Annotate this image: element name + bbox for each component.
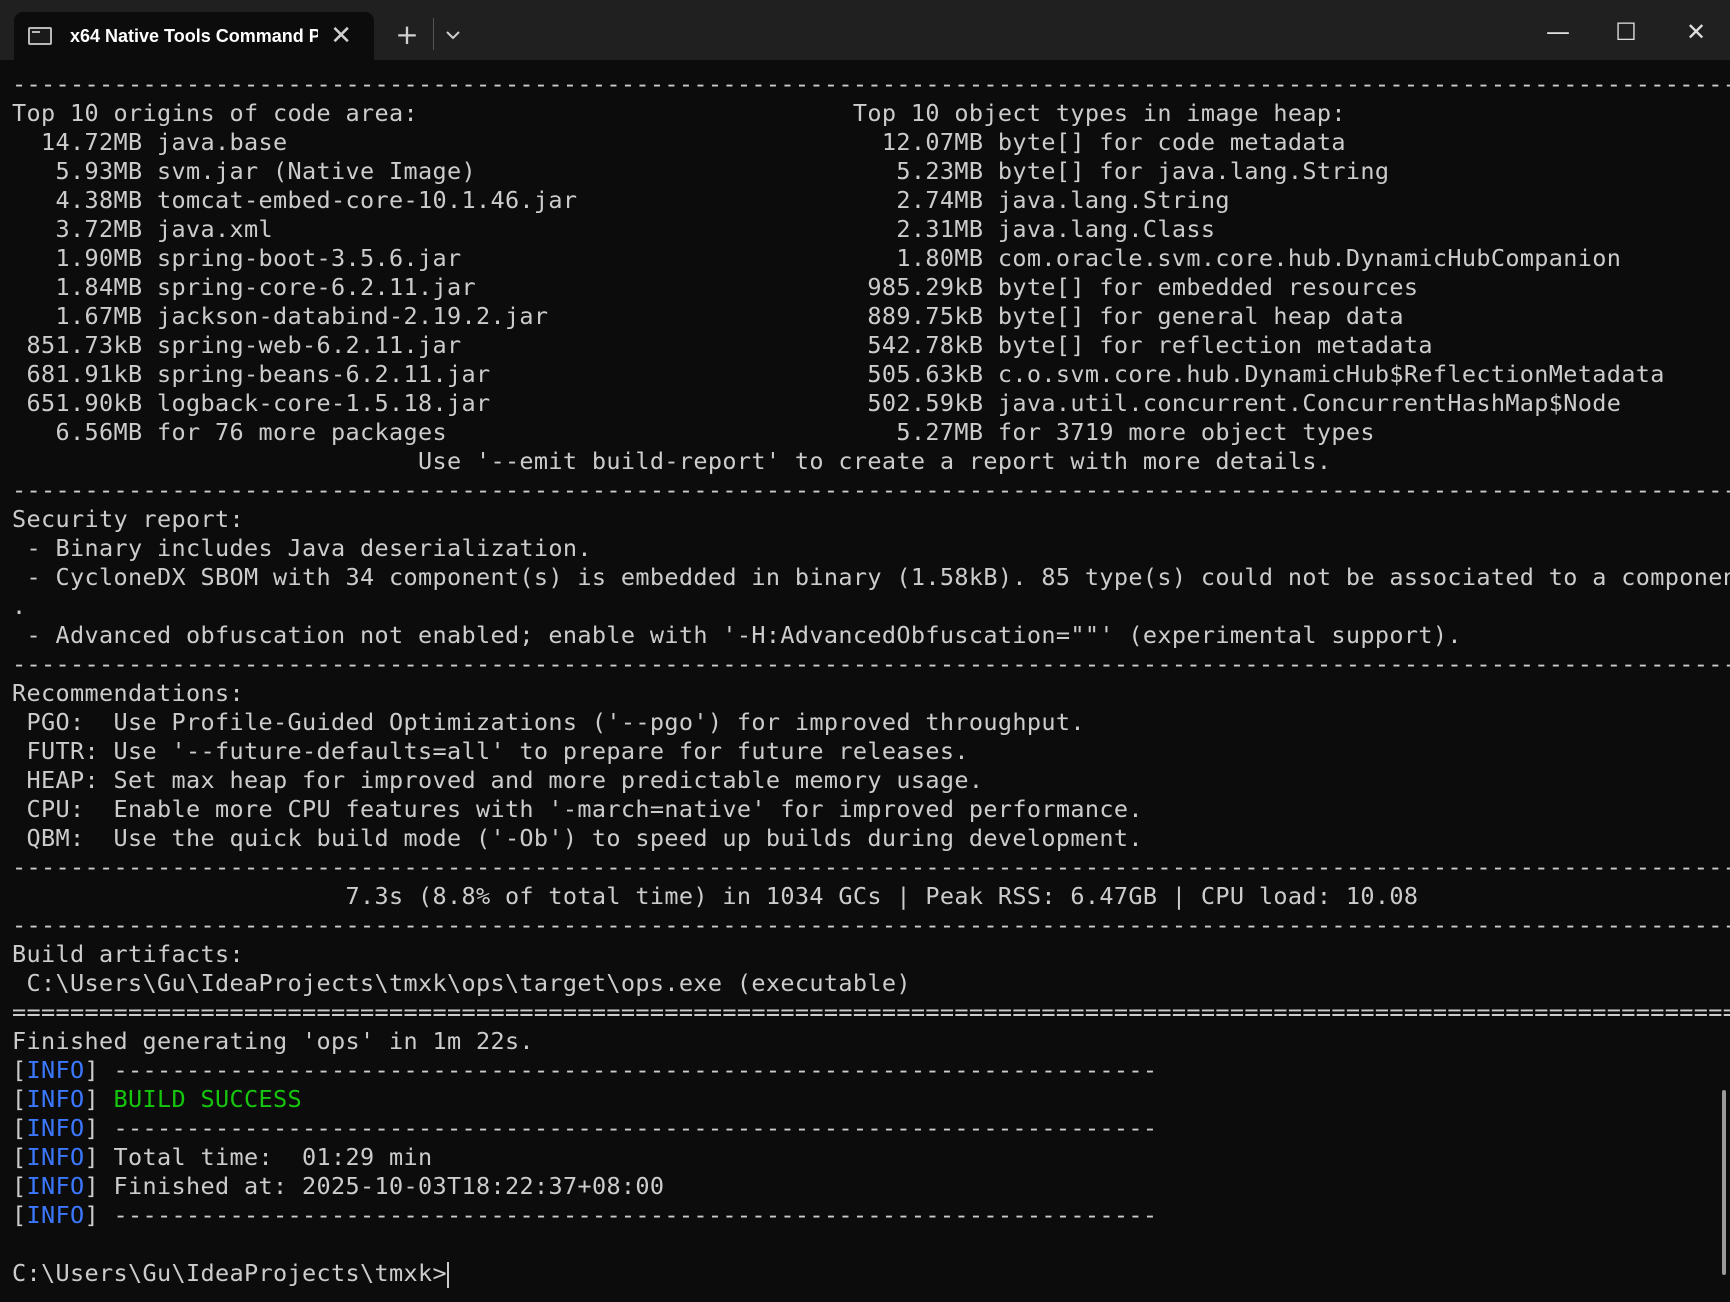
output-line: 5.93MB svm.jar (Native Image) 5.23MB byt… xyxy=(12,157,1390,185)
info-tag: INFO xyxy=(26,1085,85,1113)
maven-line: [INFO] ---------------------------------… xyxy=(12,1201,1730,1230)
output-line: ----------------------------------------… xyxy=(12,70,1730,98)
output-line: Top 10 origins of code area: Top 10 obje… xyxy=(12,99,1346,127)
info-tag: INFO xyxy=(26,1172,85,1200)
output-line: 3.72MB java.xml 2.31MB java.lang.Class xyxy=(12,215,1216,243)
output-line: QBM: Use the quick build mode ('-Ob') to… xyxy=(12,824,1143,852)
output-line: 7.3s (8.8% of total time) in 1034 GCs | … xyxy=(12,882,1419,910)
output-line: - Binary includes Java deserialization. xyxy=(12,534,592,562)
bracket: ] xyxy=(84,1172,114,1200)
bracket: [ xyxy=(12,1201,27,1229)
chevron-down-icon xyxy=(446,31,460,40)
output-line: 1.67MB jackson-databind-2.19.2.jar 889.7… xyxy=(12,302,1404,330)
maven-output: [INFO] ---------------------------------… xyxy=(12,1056,1730,1230)
output-line: ========================================… xyxy=(12,998,1730,1026)
terminal-icon xyxy=(28,27,52,45)
bracket: [ xyxy=(12,1056,27,1084)
output-line: Security report: xyxy=(12,505,244,533)
output-line: Recommendations: xyxy=(12,679,244,707)
output-line: CPU: Enable more CPU features with '-mar… xyxy=(12,795,1143,823)
tab-divider xyxy=(433,18,434,50)
output-line: Build artifacts: xyxy=(12,940,244,968)
output-line: ----------------------------------------… xyxy=(12,853,1730,881)
maven-text: Total time: 01:29 min xyxy=(113,1143,433,1171)
close-window-button[interactable]: ✕ xyxy=(1676,14,1716,50)
maven-text: ----------------------------------------… xyxy=(113,1201,1158,1229)
command-prompt-line[interactable]: C:\Users\Gu\IdeaProjects\tmxk> xyxy=(12,1259,1730,1288)
output-line: 1.84MB spring-core-6.2.11.jar 985.29kB b… xyxy=(12,273,1419,301)
output-line: . xyxy=(12,592,27,620)
tab-dropdown-button[interactable] xyxy=(440,20,466,50)
output-line: 4.38MB tomcat-embed-core-10.1.46.jar 2.7… xyxy=(12,186,1230,214)
tab-command-prompt[interactable]: x64 Native Tools Command Pr ✕ xyxy=(14,12,374,60)
maven-line: [INFO] ---------------------------------… xyxy=(12,1114,1730,1143)
info-tag: INFO xyxy=(26,1143,85,1171)
bracket: ] xyxy=(84,1143,114,1171)
text-cursor xyxy=(446,1261,449,1288)
output-line: Use '--emit build-report' to create a re… xyxy=(12,447,1332,475)
output-line: ----------------------------------------… xyxy=(12,911,1730,939)
maven-line: [INFO] Finished at: 2025-10-03T18:22:37+… xyxy=(12,1172,1730,1201)
output-line: Finished generating 'ops' in 1m 22s. xyxy=(12,1027,534,1055)
tab-title: x64 Native Tools Command Pr xyxy=(70,25,318,46)
output-line: 1.90MB spring-boot-3.5.6.jar 1.80MB com.… xyxy=(12,244,1622,272)
maven-line: [INFO] BUILD SUCCESS xyxy=(12,1085,1730,1114)
output-line: 681.91kB spring-beans-6.2.11.jar 505.63k… xyxy=(12,360,1665,388)
info-tag: INFO xyxy=(26,1201,85,1229)
info-tag: INFO xyxy=(26,1056,85,1084)
output-line: PGO: Use Profile-Guided Optimizations ('… xyxy=(12,708,1085,736)
maven-line: [INFO] ---------------------------------… xyxy=(12,1056,1730,1085)
build-success-text: BUILD SUCCESS xyxy=(113,1085,302,1113)
output-line: HEAP: Set max heap for improved and more… xyxy=(12,766,984,794)
bracket: ] xyxy=(84,1056,114,1084)
close-tab-icon[interactable]: ✕ xyxy=(330,23,352,49)
output-line: 14.72MB java.base 12.07MB byte[] for cod… xyxy=(12,128,1346,156)
maven-line: [INFO] Total time: 01:29 min xyxy=(12,1143,1730,1172)
output-lines: ----------------------------------------… xyxy=(12,70,1730,1056)
bracket: [ xyxy=(12,1085,27,1113)
maven-text: Finished at: 2025-10-03T18:22:37+08:00 xyxy=(113,1172,665,1200)
bracket: [ xyxy=(12,1172,27,1200)
scrollbar-thumb[interactable] xyxy=(1722,1090,1726,1275)
output-line: 851.73kB spring-web-6.2.11.jar 542.78kB … xyxy=(12,331,1433,359)
terminal-output[interactable]: ----------------------------------------… xyxy=(0,60,1730,1302)
output-line: FUTR: Use '--future-defaults=all' to pre… xyxy=(12,737,969,765)
bracket: [ xyxy=(12,1143,27,1171)
bracket: ] xyxy=(84,1201,114,1229)
new-tab-button[interactable]: + xyxy=(392,20,422,50)
bracket: ] xyxy=(84,1114,114,1142)
minimize-button[interactable]: — xyxy=(1538,14,1578,50)
output-line: ----------------------------------------… xyxy=(12,650,1730,678)
info-tag: INFO xyxy=(26,1114,85,1142)
output-line: 6.56MB for 76 more packages 5.27MB for 3… xyxy=(12,418,1375,446)
output-line: C:\Users\Gu\IdeaProjects\tmxk\ops\target… xyxy=(12,969,911,997)
title-bar: x64 Native Tools Command Pr ✕ + — ☐ ✕ xyxy=(0,0,1730,60)
maximize-button[interactable]: ☐ xyxy=(1606,14,1646,50)
output-line: 651.90kB logback-core-1.5.18.jar 502.59k… xyxy=(12,389,1622,417)
maven-text: ----------------------------------------… xyxy=(113,1056,1158,1084)
output-line: - CycloneDX SBOM with 34 component(s) is… xyxy=(12,563,1730,591)
prompt-text: C:\Users\Gu\IdeaProjects\tmxk> xyxy=(12,1259,447,1287)
bracket: [ xyxy=(12,1114,27,1142)
output-line: ----------------------------------------… xyxy=(12,476,1730,504)
maven-text: ----------------------------------------… xyxy=(113,1114,1158,1142)
output-line: - Advanced obfuscation not enabled; enab… xyxy=(12,621,1462,649)
bracket: ] xyxy=(84,1085,114,1113)
